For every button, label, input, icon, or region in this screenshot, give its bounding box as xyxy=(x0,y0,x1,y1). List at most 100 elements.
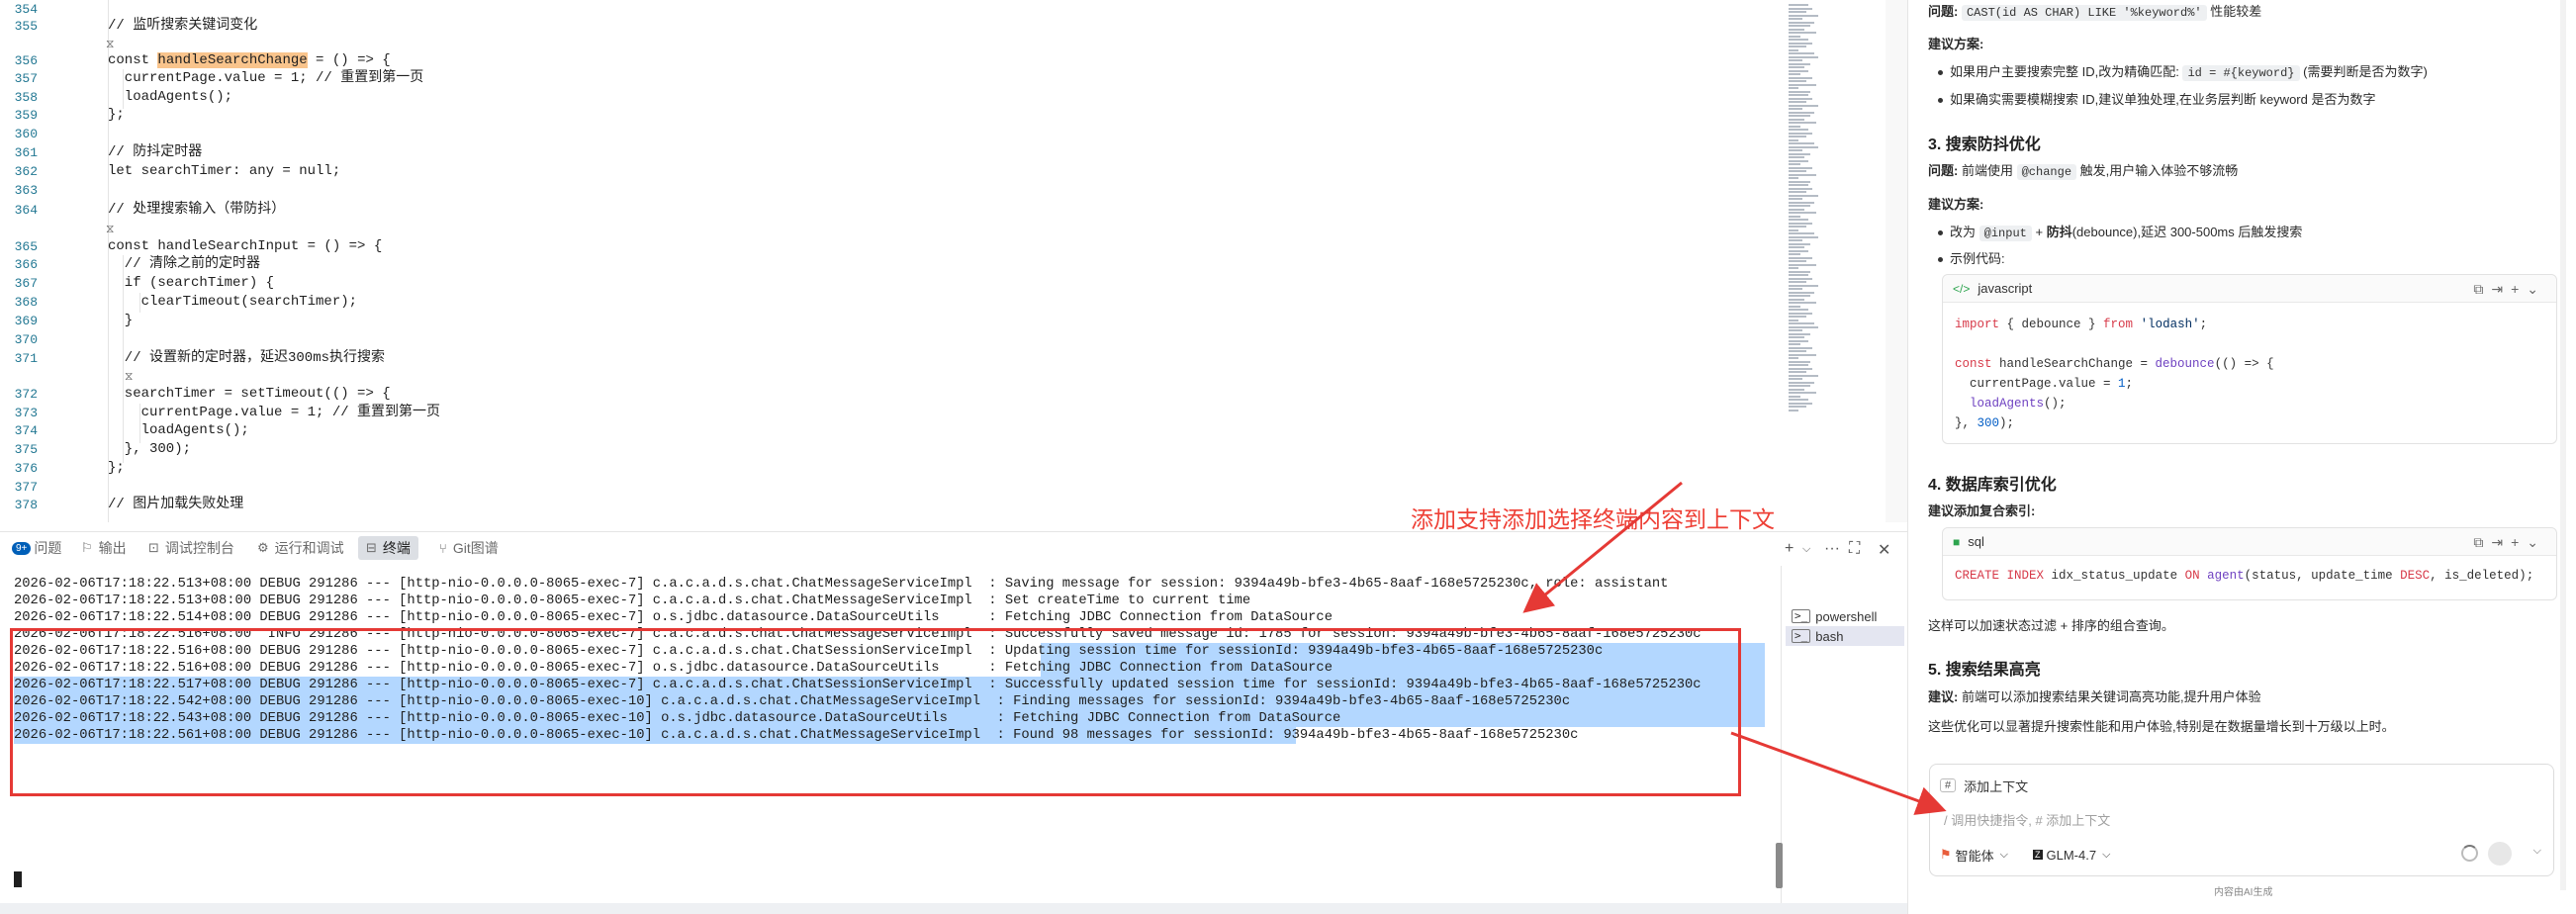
minimap-line xyxy=(1789,159,1808,162)
line-number: 367 xyxy=(14,276,38,291)
minimap-line xyxy=(1789,249,1808,252)
tab-debug-console[interactable]: ⊡ 调试控制台 xyxy=(148,536,234,560)
tab-problems[interactable]: 9+ 问题 xyxy=(12,536,61,560)
minimap-line xyxy=(1789,392,1816,394)
minimap-line xyxy=(1789,281,1806,283)
code-line[interactable]: 355 // 监听搜索关键词变化 xyxy=(0,17,1781,36)
terminal-scrollbar[interactable] xyxy=(1776,843,1783,888)
code-line[interactable]: 362 let searchTimer: any = null; xyxy=(0,162,1781,181)
paragraph: 这些优化可以显著提升搜索性能和用户体验,特别是在数据量增长到十万级以上时。 xyxy=(1928,719,2395,734)
chevron-down-icon[interactable]: ⌵ xyxy=(2533,845,2541,858)
minimap-line xyxy=(1789,208,1804,211)
line-number: 355 xyxy=(14,19,38,34)
loading-icon xyxy=(2461,845,2478,862)
chevron-down-icon[interactable]: ⌄ xyxy=(2527,534,2546,550)
code-line[interactable]: 377 xyxy=(0,478,1781,497)
section-heading: 5. 搜索结果高亮 xyxy=(1928,662,2041,679)
minimap-line xyxy=(1789,152,1810,155)
chat-scrollbar[interactable] xyxy=(2560,0,2566,890)
model-selector[interactable]: Z GLM-4.7 ⌵ xyxy=(2033,844,2110,866)
search-highlight: handleSearchChange xyxy=(157,52,308,68)
insert-icon[interactable]: ⇥ xyxy=(2491,534,2511,550)
code-line[interactable]: 361 // 防抖定时器 xyxy=(0,143,1781,162)
minimap-line xyxy=(1789,263,1816,266)
code-line[interactable]: 373 currentPage.value = 1; // 重置到第一页 xyxy=(0,404,1781,422)
minimap-line xyxy=(1789,371,1806,373)
minimap-line xyxy=(1789,378,1802,380)
minimap-line xyxy=(1789,222,1812,225)
minimap-line xyxy=(1789,191,1806,193)
maximize-panel-icon[interactable]: ⛶ xyxy=(1849,540,1860,558)
minimap-line xyxy=(1789,325,1818,328)
section-heading: 4. 数据库索引优化 xyxy=(1928,477,2057,494)
code-line[interactable]: 374 loadAgents(); xyxy=(0,421,1781,440)
minimap-line xyxy=(1789,104,1818,107)
tab-label: 运行和调试 xyxy=(274,540,344,556)
code-text: currentPage.value = 1; // 重置到第一页 xyxy=(108,405,441,420)
terminal-line[interactable]: 2026-02-06T17:18:22.513+08:00 DEBUG 2912… xyxy=(14,593,1250,609)
terminal-item-bash[interactable]: >_ bash xyxy=(1786,626,1904,646)
mode-selector[interactable]: ⚑ 智能体 ⌵ xyxy=(1940,844,2008,866)
code-line[interactable]: 375 }, 300); xyxy=(0,440,1781,459)
insert-icon[interactable]: ⇥ xyxy=(2491,281,2511,297)
minimap-line xyxy=(1789,346,1812,349)
hourglass-icon: ⧖ xyxy=(106,222,115,235)
terminal-line[interactable]: 2026-02-06T17:18:22.513+08:00 DEBUG 2912… xyxy=(14,576,1668,593)
chevron-down-icon[interactable]: ⌄ xyxy=(2527,281,2546,297)
code-block-toolbar[interactable]: ⧉⇥+⌄ xyxy=(2473,534,2546,551)
panel-tab-bar: 9+ 问题 ⚐ 输出 ⊡ 调试控制台 ⚙ 运行和调试 ⊟ 终端 ⑂ Git图谱 … xyxy=(0,532,1907,566)
add-context-button[interactable]: # 添加上下文 xyxy=(1940,775,2028,796)
suggest-label: 建议方案: xyxy=(1928,37,1984,51)
terminal-dropdown-icon[interactable]: ⌵ xyxy=(1802,543,1810,556)
chat-input-field[interactable]: / 调用快捷指令, # 添加上下文 xyxy=(1944,810,2110,829)
code-line[interactable]: 376}; xyxy=(0,459,1781,478)
minimap-line xyxy=(1789,94,1808,96)
code-line[interactable]: 360 xyxy=(0,125,1781,143)
model-icon: Z xyxy=(2033,850,2043,860)
chat-input-box[interactable]: # 添加上下文 / 调用快捷指令, # 添加上下文 ⚑ 智能体 ⌵ Z GLM-… xyxy=(1929,764,2554,876)
hourglass-icon: ⧖ xyxy=(125,369,134,383)
code-text: loadAgents(); xyxy=(108,89,233,105)
code-line[interactable]: 367 if (searchTimer) { xyxy=(0,274,1781,293)
copy-icon[interactable]: ⧉ xyxy=(2473,281,2491,297)
code-line[interactable]: 369 } xyxy=(0,312,1781,330)
editor-scrollbar[interactable] xyxy=(1886,0,1907,522)
code-line[interactable]: 358 loadAgents(); xyxy=(0,88,1781,107)
minimap-line xyxy=(1789,14,1818,17)
code-line[interactable]: 364 // 处理搜索输入（带防抖） xyxy=(0,201,1781,220)
minimap[interactable] xyxy=(1781,0,1886,522)
code-line[interactable]: 359}; xyxy=(0,106,1781,125)
code-editor[interactable]: 354 355// 监听搜索关键词变化 356 const handleSearchC… xyxy=(0,0,1781,522)
code-line[interactable]: 365 const handleSearchInput = () => { xyxy=(0,237,1781,256)
add-icon[interactable]: + xyxy=(2511,281,2527,297)
code-block-toolbar[interactable]: ⧉⇥+⌄ xyxy=(2473,281,2546,298)
minimap-line xyxy=(1789,291,1814,294)
minimap-line xyxy=(1789,232,1814,234)
code-text: const handleSearchInput = () => { xyxy=(108,238,383,254)
more-actions-button[interactable]: ··· xyxy=(1824,540,1840,558)
code-line[interactable]: 372 searchTimer = setTimeout(() => { xyxy=(0,385,1781,404)
tab-git-graph[interactable]: ⑂ Git图谱 xyxy=(439,536,499,560)
code-line[interactable]: 356 const handleSearchChange = () => { xyxy=(0,51,1781,70)
tab-run-debug[interactable]: ⚙ 运行和调试 xyxy=(257,536,344,560)
code-line[interactable]: 370 xyxy=(0,330,1781,349)
terminal-item-powershell[interactable]: >_ powershell xyxy=(1786,606,1904,626)
code-line[interactable]: 366 // 清除之前的定时器 xyxy=(0,255,1781,274)
send-button[interactable] xyxy=(2488,842,2512,866)
model-label: GLM-4.7 xyxy=(2046,847,2097,863)
line-number: 378 xyxy=(14,498,38,512)
add-icon[interactable]: + xyxy=(2511,534,2527,550)
terminal-line[interactable]: 2026-02-06T17:18:22.514+08:00 DEBUG 2912… xyxy=(14,609,1333,626)
code-line[interactable]: 368 clearTimeout(searchTimer); xyxy=(0,293,1781,312)
code-line[interactable]: 363 xyxy=(0,181,1781,200)
code-line[interactable]: 371 // 设置新的定时器，延迟300ms执行搜索 xyxy=(0,349,1781,368)
tab-output[interactable]: ⚐ 输出 xyxy=(81,536,127,560)
close-panel-icon[interactable]: ✕ xyxy=(1878,540,1890,560)
minimap-line xyxy=(1789,406,1806,408)
hash-icon: # xyxy=(1940,778,1957,792)
new-terminal-button[interactable]: + xyxy=(1785,540,1794,558)
terminal-icon: ⊟ xyxy=(366,540,377,555)
copy-icon[interactable]: ⧉ xyxy=(2473,534,2491,550)
code-line[interactable]: 357 currentPage.value = 1; // 重置到第一页 xyxy=(0,69,1781,88)
tab-terminal[interactable]: ⊟ 终端 xyxy=(358,536,418,560)
